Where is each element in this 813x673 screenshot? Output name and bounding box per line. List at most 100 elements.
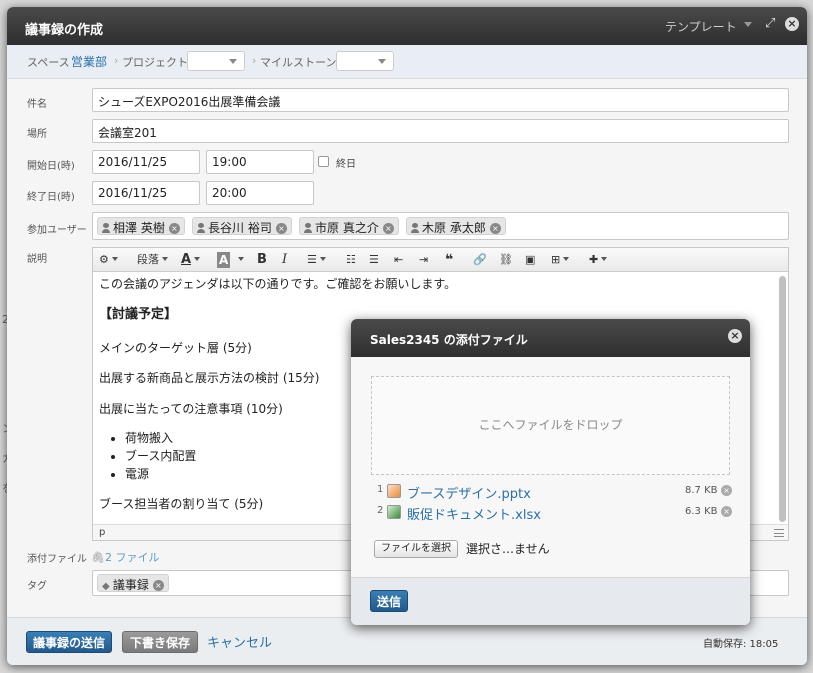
subject-label: 件名 — [27, 99, 47, 110]
participant-chip: 長谷川 裕司 × — [192, 217, 292, 235]
allday-checkbox[interactable] — [318, 156, 329, 167]
file-number: 1 — [377, 484, 384, 495]
list-item: 電源 — [125, 466, 196, 484]
end-time-input[interactable]: 20:00 — [206, 181, 314, 205]
subject-input[interactable]: シューズEXPO2016出展準備会議 — [92, 88, 789, 112]
attachments-link[interactable]: 🖇2 ファイル — [91, 549, 159, 565]
description-label: 説明 — [27, 254, 47, 265]
editor-line: メインのターゲット層 (5分) — [99, 341, 252, 355]
list-item: 荷物搬入 — [125, 430, 196, 448]
bullet-list-icon[interactable]: ☷ — [346, 251, 356, 269]
start-date-input[interactable]: 2016/11/25 — [92, 150, 200, 174]
choose-file-button[interactable]: ファイルを選択 — [374, 540, 458, 558]
remove-icon[interactable]: × — [275, 223, 287, 234]
link-icon[interactable]: 🔗 — [473, 251, 487, 269]
dialog-title: 議事録の作成 — [25, 23, 104, 38]
tag-chip: ◆ 議事録 × — [97, 574, 169, 592]
close-icon[interactable]: × — [785, 17, 799, 31]
file-dropzone[interactable]: ここへファイルをドロップ — [371, 376, 730, 475]
remove-icon[interactable]: × — [489, 223, 501, 234]
milestone-select[interactable] — [336, 51, 394, 71]
editor-bullet-list: 荷物搬入 ブース内配置 電源 — [125, 430, 196, 484]
tag-icon: ◆ — [102, 581, 113, 592]
bold-button[interactable]: B — [257, 251, 267, 269]
end-label: 終了日(時) — [27, 192, 75, 203]
editor-line: 出展する新商品と展示方法の検討 (15分) — [99, 371, 320, 385]
italic-button[interactable]: I — [282, 251, 287, 269]
editor-toolbar: ⚙ 段落 A A B I ☰ ☷ ☰ ⇤ ⇥ ❝ 🔗 ⛓ ▣ ⊞ ✚ — [93, 248, 788, 272]
file-number: 2 — [377, 505, 384, 516]
participants-label: 参加ユーザー — [27, 225, 87, 236]
breadcrumb-separator-icon: › — [252, 54, 257, 67]
start-time-input[interactable]: 19:00 — [206, 150, 314, 174]
remove-icon[interactable]: × — [152, 580, 164, 591]
editor-scrollbar[interactable] — [779, 276, 786, 522]
file-size: 6.3 KB — [685, 506, 718, 517]
close-icon[interactable]: × — [728, 329, 742, 343]
user-icon — [197, 223, 205, 233]
table-icon[interactable]: ⊞ — [551, 251, 570, 269]
pptx-file-icon — [387, 484, 401, 498]
send-button[interactable]: 送信 — [370, 590, 408, 612]
resize-grip-icon[interactable] — [774, 529, 784, 537]
highlight-color-icon[interactable]: A — [217, 252, 231, 268]
editor-line: この会議のアジェンダは以下の通りです。ご確認をお願いします。 — [99, 277, 457, 291]
project-select[interactable] — [187, 51, 245, 71]
chevron-down-icon[interactable] — [744, 22, 752, 27]
chevron-down-icon[interactable] — [235, 251, 244, 269]
file-row: 2 販促ドキュメント.xlsx 6.3 KB × — [377, 503, 733, 523]
numbered-list-icon[interactable]: ☰ — [369, 251, 379, 269]
allday-label: 終日 — [336, 159, 356, 170]
autosave-status: 自動保存: 18:05 — [703, 639, 779, 650]
space-link[interactable]: 営業部 — [71, 53, 107, 70]
participant-chip: 市原 真之介 × — [299, 217, 399, 235]
user-icon — [304, 223, 312, 233]
remove-icon[interactable]: × — [721, 506, 732, 517]
align-icon[interactable]: ☰ — [307, 251, 326, 269]
indent-icon[interactable]: ⇥ — [419, 251, 428, 269]
popup-footer: 送信 — [351, 577, 750, 625]
popup-title: Sales2345 の添付ファイル — [370, 333, 528, 347]
user-icon — [411, 223, 419, 233]
remove-icon[interactable]: × — [721, 485, 732, 496]
file-size: 8.7 KB — [685, 485, 718, 496]
tags-label: タグ — [27, 581, 47, 592]
dialog-header: 議事録の作成 テンプレート ⤢ × — [7, 7, 807, 45]
remove-icon[interactable]: × — [382, 223, 394, 234]
place-input[interactable]: 会議室201 — [92, 119, 789, 143]
unlink-icon[interactable]: ⛓ — [499, 251, 513, 269]
participants-field[interactable]: 相澤 英樹 × 長谷川 裕司 × 市原 真之介 × 木原 承太郎 × — [92, 212, 789, 240]
milestone-label: マイルストーン — [260, 56, 337, 69]
quote-icon[interactable]: ❝ — [445, 251, 453, 269]
paragraph-dropdown[interactable]: 段落 — [137, 251, 168, 269]
no-file-selected-text: 選択さ…ません — [466, 542, 550, 556]
submit-minutes-button[interactable]: 議事録の送信 — [26, 631, 112, 653]
template-dropdown[interactable]: テンプレート — [665, 18, 737, 35]
editor-heading: 【討議予定】 — [99, 307, 178, 322]
file-row: 1 ブースデザイン.pptx 8.7 KB × — [377, 482, 733, 502]
image-icon[interactable]: ▣ — [525, 251, 535, 269]
participant-chip: 木原 承太郎 × — [406, 217, 506, 235]
list-item: ブース内配置 — [125, 448, 196, 466]
outdent-icon[interactable]: ⇤ — [394, 251, 403, 269]
editor-line: 出展に当たっての注意事項 (10分) — [99, 402, 283, 416]
gear-icon[interactable]: ⚙ — [99, 251, 118, 269]
attachments-popup: Sales2345 の添付ファイル × ここへファイルをドロップ 1 ブースデザ… — [351, 319, 750, 625]
plugin-icon[interactable]: ✚ — [589, 251, 608, 269]
expand-icon[interactable]: ⤢ — [765, 16, 775, 31]
element-path: p — [99, 527, 106, 538]
editor-line: ブース担当者の割り当て (5分) — [99, 497, 264, 511]
remove-icon[interactable]: × — [168, 223, 180, 234]
start-label: 開始日(時) — [27, 161, 75, 172]
font-color-icon[interactable]: A — [181, 251, 201, 269]
end-date-input[interactable]: 2016/11/25 — [92, 181, 200, 205]
user-icon — [102, 223, 110, 233]
save-draft-button[interactable]: 下書き保存 — [122, 631, 198, 653]
space-label: スペース — [27, 56, 70, 69]
project-label: プロジェクト — [122, 56, 188, 69]
paperclip-icon: 🖇 — [91, 551, 105, 564]
file-link[interactable]: 販促ドキュメント.xlsx — [407, 504, 541, 523]
file-link[interactable]: ブースデザイン.pptx — [407, 483, 531, 502]
breadcrumb-separator-icon: › — [114, 54, 119, 67]
cancel-link[interactable]: キャンセル — [207, 632, 272, 651]
